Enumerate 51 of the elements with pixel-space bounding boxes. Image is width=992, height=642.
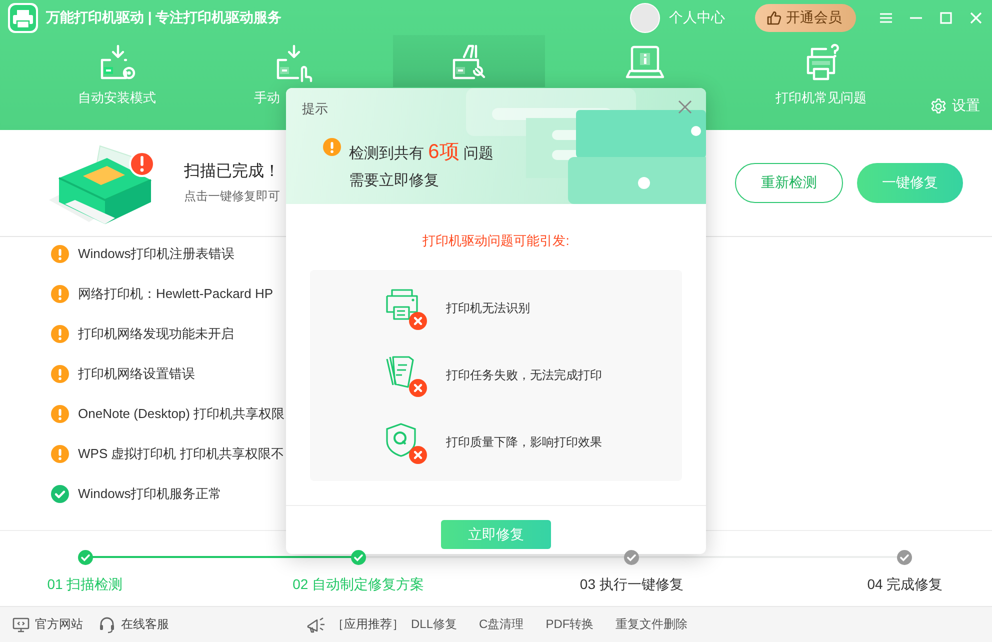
settings-icon bbox=[930, 98, 947, 114]
monitor-icon bbox=[12, 616, 30, 634]
headset-icon bbox=[98, 616, 116, 634]
app-title: 万能打印机驱动 | 专注打印机驱动服务 bbox=[46, 8, 283, 26]
recommended-app-link[interactable]: DLL修复 bbox=[411, 616, 458, 633]
issue-text: Windows打印机服务正常 bbox=[78, 485, 222, 503]
rescan-button[interactable]: 重新检测 bbox=[735, 163, 843, 203]
avatar bbox=[630, 2, 660, 32]
issue-text: 网络打印机：Hewlett-Packard HP bbox=[78, 285, 274, 303]
step-label: 04 完成修复 bbox=[867, 576, 943, 594]
step-label: 01 扫描检测 bbox=[47, 576, 123, 594]
effect-text: 打印机无法识别 bbox=[446, 300, 530, 317]
issue-count-message: 检测到共有 6项 问题 bbox=[349, 140, 494, 165]
app-logo-icon bbox=[8, 2, 38, 32]
effect-text: 打印任务失败，无法完成打印 bbox=[446, 367, 602, 384]
recommended-app-link[interactable]: PDF转换 bbox=[546, 616, 594, 633]
fix-prompt: 需要立即修复 bbox=[349, 171, 440, 190]
settings-button[interactable]: 设置 bbox=[930, 97, 980, 115]
step-label: 03 执行一键修复 bbox=[580, 576, 684, 594]
vip-button[interactable]: 开通会员 bbox=[755, 4, 856, 32]
megaphone-icon bbox=[306, 616, 326, 634]
maximize-icon[interactable] bbox=[938, 10, 954, 26]
close-icon[interactable] bbox=[968, 10, 984, 26]
thumbs-up-icon bbox=[766, 10, 782, 26]
scan-complete-title: 扫描已完成！ bbox=[184, 162, 280, 182]
close-icon bbox=[678, 100, 692, 114]
nav-tab[interactable]: 自动安装模式 bbox=[41, 35, 193, 130]
issue-text: WPS 虚拟打印机 打印机共享权限不 bbox=[78, 445, 284, 463]
nav-tab[interactable] bbox=[393, 35, 545, 87]
printer-error-icon bbox=[383, 288, 427, 330]
app-recommend-label: ［应用推荐］ bbox=[332, 616, 404, 633]
effect-text: 打印质量下降，影响打印效果 bbox=[446, 434, 602, 451]
scan-hint: 点击一键修复即可 bbox=[184, 188, 280, 205]
issue-text: 打印机网络发现功能未开启 bbox=[78, 325, 234, 343]
nav-tab[interactable]: 打印机常见问题 bbox=[745, 35, 897, 130]
shield-error-icon bbox=[383, 422, 427, 464]
issue-text: Windows打印机注册表错误 bbox=[78, 245, 235, 263]
warning-icon bbox=[323, 138, 341, 156]
fix-now-button[interactable]: 立即修复 bbox=[441, 520, 551, 549]
documents-error-icon bbox=[383, 354, 427, 396]
footer-link[interactable]: 官方网站 bbox=[12, 616, 83, 634]
dialog-title: 提示 bbox=[302, 100, 328, 118]
recommended-app-link[interactable]: 重复文件删除 bbox=[616, 616, 688, 633]
one-click-fix-button[interactable]: 一键修复 bbox=[857, 163, 963, 203]
effects-heading: 打印机驱动问题可能引发: bbox=[422, 232, 570, 250]
recommended-app-link[interactable]: C盘清理 bbox=[479, 616, 524, 633]
issue-text: 打印机网络设置错误 bbox=[78, 365, 195, 383]
footer-link[interactable]: 在线客服 bbox=[98, 616, 169, 634]
issue-text: OneNote (Desktop) 打印机共享权限 bbox=[78, 405, 285, 423]
user-center-link[interactable]: 个人中心 bbox=[669, 8, 725, 26]
step-label: 02 自动制定修复方案 bbox=[292, 576, 424, 594]
